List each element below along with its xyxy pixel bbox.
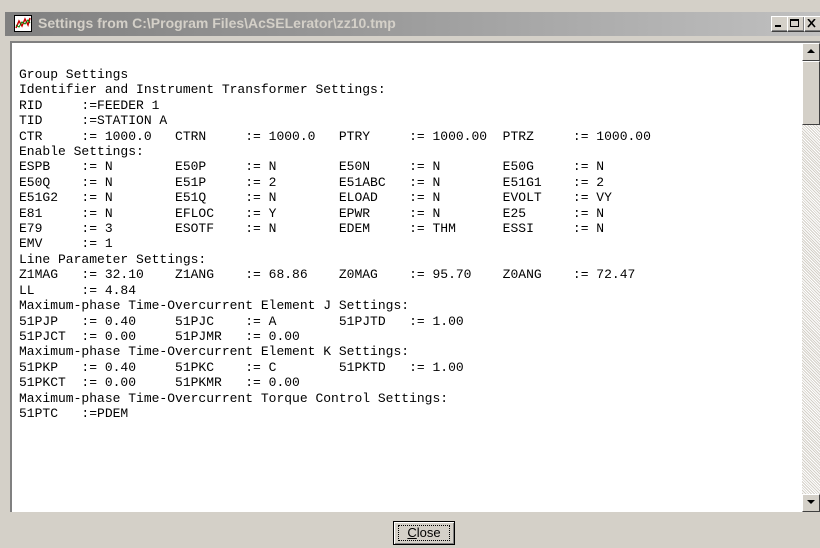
settings-line: E79 := 3 ESOTF := N EDEM := THM ESSI := … — [19, 221, 605, 237]
settings-line: Maximum-phase Time-Overcurrent Element J… — [19, 298, 410, 314]
settings-line: TID :=STATION A — [19, 113, 168, 129]
settings-chart-icon — [14, 15, 32, 32]
settings-text-panel: Group Settings Identifier and Instrument… — [10, 41, 820, 512]
close-button[interactable]: Close — [393, 521, 455, 545]
settings-line: 51PKP := 0.40 51PKC := C 51PKTD := 1.00 — [19, 359, 464, 375]
settings-line: 51PJCT := 0.00 51PJMR := 0.00 — [19, 328, 300, 344]
minimize-icon — [775, 25, 781, 27]
close-window-button[interactable] — [804, 16, 820, 32]
settings-window: Settings from C:\Program Files\AcSELerat… — [0, 0, 820, 548]
settings-line: 51PTC :=PDEM — [19, 405, 129, 421]
settings-text: Group Settings Identifier and Instrument… — [12, 43, 802, 421]
scroll-up-button[interactable] — [802, 43, 820, 61]
maximize-button[interactable] — [787, 16, 805, 32]
close-icon — [807, 19, 816, 28]
settings-line: EMV := 1 — [19, 236, 113, 252]
settings-line: E81 := N EFLOC := Y EPWR := N E25 := N — [19, 205, 605, 221]
settings-line: Maximum-phase Time-Overcurrent Element K… — [19, 344, 410, 360]
settings-line: ESPB := N E50P := N E50N := N E50G := N — [19, 159, 605, 175]
settings-text-area[interactable]: Group Settings Identifier and Instrument… — [12, 43, 802, 512]
title-bar[interactable]: Settings from C:\Program Files\AcSELerat… — [5, 12, 820, 36]
settings-line: LL := 4.84 — [19, 282, 137, 298]
settings-line: Z1MAG := 32.10 Z1ANG := 68.86 Z0MAG := 9… — [19, 267, 636, 283]
scrollbar-thumb[interactable] — [802, 61, 820, 125]
settings-line: RID :=FEEDER 1 — [19, 97, 160, 113]
settings-line: 51PJP := 0.40 51PJC := A 51PJTD := 1.00 — [19, 313, 464, 329]
settings-line: E50Q := N E51P := 2 E51ABC := N E51G1 :=… — [19, 174, 605, 190]
focus-rect — [398, 525, 450, 541]
settings-line: Enable Settings: — [19, 144, 144, 160]
scroll-down-button[interactable] — [802, 494, 820, 512]
settings-line: 51PKCT := 0.00 51PKMR := 0.00 — [19, 375, 300, 391]
scroll-up-arrow-icon — [807, 49, 815, 53]
settings-line: Maximum-phase Time-Overcurrent Torque Co… — [19, 390, 449, 406]
settings-line: Group Settings — [19, 67, 129, 82]
settings-line: CTR := 1000.0 CTRN := 1000.0 PTRY := 100… — [19, 128, 651, 144]
maximize-icon — [790, 19, 799, 27]
vertical-scrollbar[interactable] — [802, 43, 820, 512]
settings-line: E51G2 := N E51Q := N ELOAD := N EVOLT :=… — [19, 190, 612, 206]
window-title: Settings from C:\Program Files\AcSELerat… — [38, 15, 396, 31]
scroll-down-arrow-icon — [807, 500, 815, 504]
settings-line: Line Parameter Settings: — [19, 251, 207, 267]
settings-line: Identifier and Instrument Transformer Se… — [19, 82, 386, 98]
